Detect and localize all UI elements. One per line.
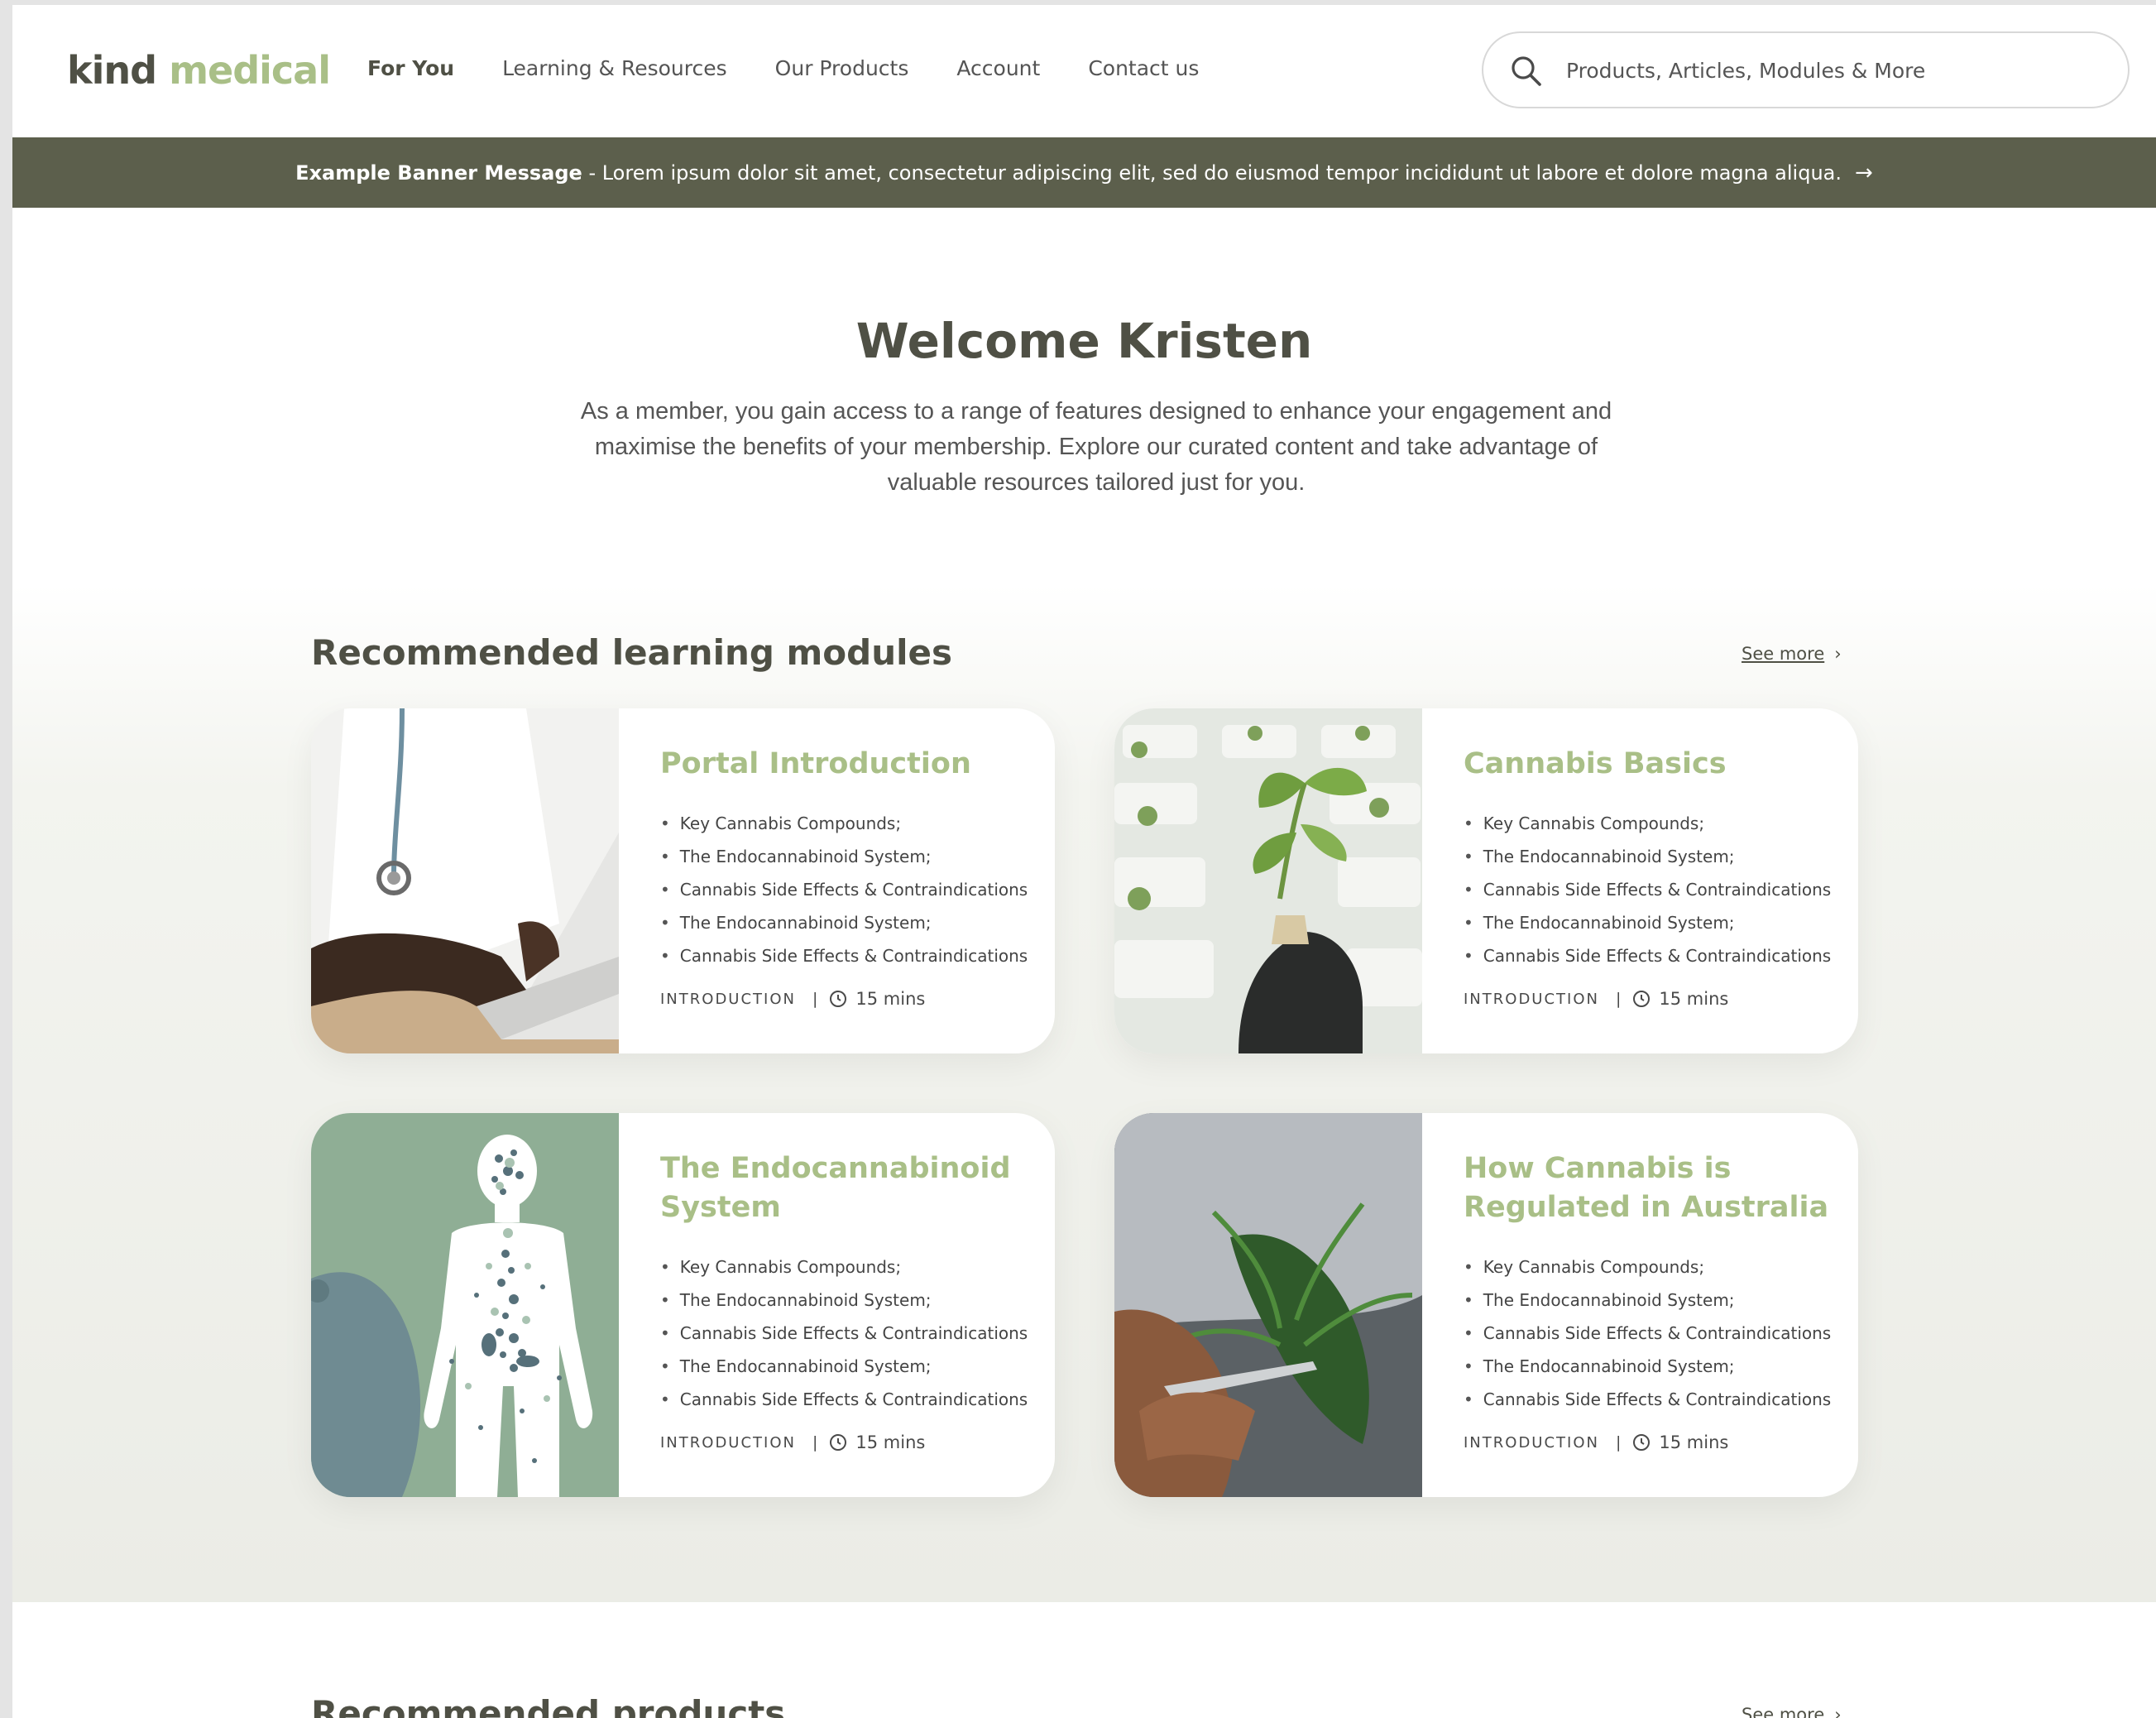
module-title[interactable]: How Cannabis is Regulated in Australia (1464, 1149, 1833, 1227)
clock-icon (1633, 1434, 1651, 1451)
module-duration: 15 mins (855, 1432, 926, 1452)
module-topic: The Endocannabinoid System; (1464, 840, 1833, 873)
module-topic: The Endocannabinoid System; (660, 840, 1030, 873)
search-icon[interactable] (1508, 53, 1545, 89)
welcome-text: As a member, you gain access to a range … (580, 398, 1612, 496)
module-duration: 15 mins (1659, 1432, 1729, 1452)
module-topic: Key Cannabis Compounds; (660, 807, 1030, 840)
see-more-products-link[interactable]: See more › (1742, 1705, 1842, 1718)
nav-item-for-you[interactable]: For You (367, 56, 454, 80)
module-card-body: Cannabis Basics Key Cannabis Compounds; … (1464, 745, 1833, 1009)
module-card-body: The Endocannabinoid System Key Cannabis … (660, 1149, 1030, 1452)
nav-item-learning-resources[interactable]: Learning & Resources (502, 56, 727, 80)
nav-item-account[interactable]: Account (956, 56, 1040, 80)
window-left-edge (0, 0, 12, 1718)
module-topic: Cannabis Side Effects & Contraindication… (660, 939, 1030, 972)
module-category: INTRODUCTION (660, 1433, 796, 1452)
module-topic: The Endocannabinoid System; (660, 1350, 1030, 1383)
meta-separator: | (812, 990, 818, 1008)
module-card[interactable]: Cannabis Basics Key Cannabis Compounds; … (1114, 708, 1858, 1053)
arrow-right-icon[interactable]: → (1855, 161, 1873, 185)
logo-word-kind: kind (67, 48, 157, 93)
module-topic: The Endocannabinoid System; (660, 906, 1030, 939)
module-topics-list: Key Cannabis Compounds; The Endocannabin… (1464, 1250, 1833, 1416)
module-card[interactable]: How Cannabis is Regulated in Australia K… (1114, 1113, 1858, 1497)
doctor-laptop-image (311, 708, 619, 1053)
clock-icon (830, 991, 847, 1007)
module-topic: The Endocannabinoid System; (1464, 1284, 1833, 1317)
module-title[interactable]: Portal Introduction (660, 745, 1030, 784)
module-card[interactable]: The Endocannabinoid System Key Cannabis … (311, 1113, 1055, 1497)
welcome-title: Welcome Kristen (855, 313, 1313, 369)
meta-separator: | (1615, 1433, 1622, 1452)
meta-separator: | (812, 1433, 818, 1452)
nav-item-contact-us[interactable]: Contact us (1088, 56, 1199, 80)
module-topic: The Endocannabinoid System; (1464, 1350, 1833, 1383)
module-category: INTRODUCTION (1464, 1433, 1599, 1452)
module-topic: Cannabis Side Effects & Contraindication… (1464, 939, 1833, 972)
module-topic: Cannabis Side Effects & Contraindication… (1464, 1383, 1833, 1416)
banner-text: - Lorem ipsum dolor sit amet, consectetu… (582, 161, 1842, 185)
module-topic: Cannabis Side Effects & Contraindication… (660, 873, 1030, 906)
module-topic: Cannabis Side Effects & Contraindication… (660, 1317, 1030, 1350)
cannabis-trimming-image (1114, 1113, 1422, 1497)
page: kind medical For You Learning & Resource… (12, 5, 2156, 1718)
module-topics-list: Key Cannabis Compounds; The Endocannabin… (660, 1250, 1030, 1416)
section-title-modules: Recommended learning modules (311, 632, 953, 673)
module-title[interactable]: Cannabis Basics (1464, 745, 1833, 784)
module-meta: INTRODUCTION | 15 mins (660, 989, 1030, 1009)
search-box[interactable] (1482, 31, 2130, 108)
module-topic: The Endocannabinoid System; (1464, 906, 1833, 939)
module-title[interactable]: The Endocannabinoid System (660, 1149, 1030, 1227)
cannabis-seedling-image (1114, 708, 1422, 1053)
nav-item-our-products[interactable]: Our Products (775, 56, 909, 80)
chevron-right-icon: › (1834, 1705, 1842, 1718)
module-topic: Key Cannabis Compounds; (1464, 807, 1833, 840)
module-duration: 15 mins (855, 989, 926, 1009)
module-card-body: Portal Introduction Key Cannabis Compoun… (660, 745, 1030, 1009)
meta-separator: | (1615, 990, 1622, 1008)
module-topic: Cannabis Side Effects & Contraindication… (1464, 1317, 1833, 1350)
module-card-body: How Cannabis is Regulated in Australia K… (1464, 1149, 1833, 1452)
module-topic: Cannabis Side Effects & Contraindication… (1464, 873, 1833, 906)
module-topics-list: Key Cannabis Compounds; The Endocannabin… (1464, 807, 1833, 972)
module-meta: INTRODUCTION | 15 mins (660, 1432, 1030, 1452)
see-more-modules-link[interactable]: See more › (1742, 644, 1842, 664)
search-input[interactable] (1566, 51, 2079, 89)
module-topic: The Endocannabinoid System; (660, 1284, 1030, 1317)
module-topic: Cannabis Side Effects & Contraindication… (660, 1383, 1030, 1416)
module-topic: Key Cannabis Compounds; (660, 1250, 1030, 1284)
module-category: INTRODUCTION (1464, 990, 1599, 1008)
module-meta: INTRODUCTION | 15 mins (1464, 989, 1833, 1009)
endocannabinoid-body-image (311, 1113, 619, 1497)
clock-icon (830, 1434, 847, 1451)
module-meta: INTRODUCTION | 15 mins (1464, 1432, 1833, 1452)
section-title-products: Recommended products (311, 1693, 786, 1718)
module-category: INTRODUCTION (660, 990, 796, 1008)
logo-word-medical: medical (169, 48, 331, 93)
clock-icon (1633, 991, 1651, 1007)
site-logo[interactable]: kind medical (67, 48, 331, 93)
announcement-banner[interactable]: Example Banner Message - Lorem ipsum dol… (12, 137, 2156, 208)
chevron-right-icon: › (1834, 644, 1842, 664)
banner-title: Example Banner Message (295, 161, 582, 185)
module-topics-list: Key Cannabis Compounds; The Endocannabin… (660, 807, 1030, 972)
see-more-label: See more (1742, 644, 1825, 664)
module-card[interactable]: Portal Introduction Key Cannabis Compoun… (311, 708, 1055, 1053)
main-nav: For You Learning & Resources Our Product… (367, 56, 1199, 80)
site-header: kind medical For You Learning & Resource… (12, 5, 2156, 137)
module-duration: 15 mins (1659, 989, 1729, 1009)
module-topic: Key Cannabis Compounds; (1464, 1250, 1833, 1284)
see-more-label: See more (1742, 1705, 1825, 1718)
